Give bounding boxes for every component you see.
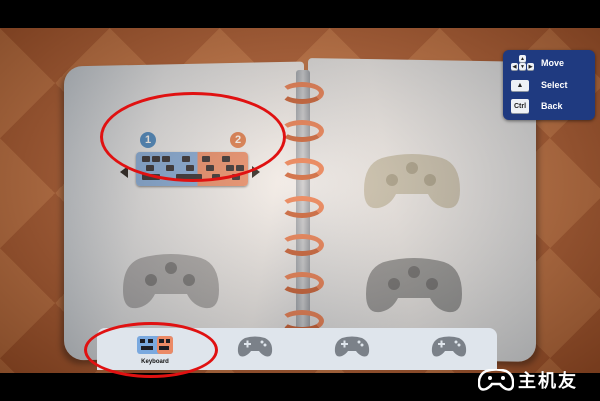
gamepad-icon <box>334 336 370 357</box>
ctrl-key-icon: Ctrl <box>511 99 529 113</box>
legend-move: ▲ ◀ ▼ ▶ Move <box>511 54 564 72</box>
binder-ring <box>280 82 324 104</box>
legend-back: Ctrl Back <box>511 97 563 115</box>
tab-gamepad-2[interactable] <box>225 332 285 368</box>
gamepad-logo-icon <box>478 369 514 391</box>
gamepad-icon <box>431 336 467 357</box>
legend-back-label: Back <box>541 101 563 111</box>
legend-select: ▲ Select <box>511 76 568 94</box>
legend-select-label: Select <box>541 80 568 90</box>
dpad-icon: ▲ ◀ ▼ ▶ <box>511 55 534 70</box>
tab-gamepad-3[interactable] <box>322 332 382 368</box>
binder-ring <box>280 272 324 294</box>
gamepad-slot-top-right[interactable] <box>362 150 462 212</box>
controls-legend: ▲ ◀ ▼ ▶ Move ▲ Select Ctrl Back <box>503 50 595 120</box>
binder-ring <box>280 234 324 256</box>
gamepad-icon <box>237 336 273 357</box>
watermark: 主机友 <box>478 368 578 392</box>
gamepad-slot-bottom-right[interactable] <box>364 254 464 316</box>
legend-move-label: Move <box>541 58 565 68</box>
select-key-icon: ▲ <box>511 79 529 91</box>
tab-gamepad-4[interactable] <box>419 332 479 368</box>
gamepad-slot-bottom-left[interactable] <box>121 250 221 312</box>
annotation-circle-keyboard-slot <box>100 92 286 182</box>
annotation-circle-keyboard-tab <box>84 322 218 378</box>
watermark-text: 主机友 <box>518 371 578 391</box>
